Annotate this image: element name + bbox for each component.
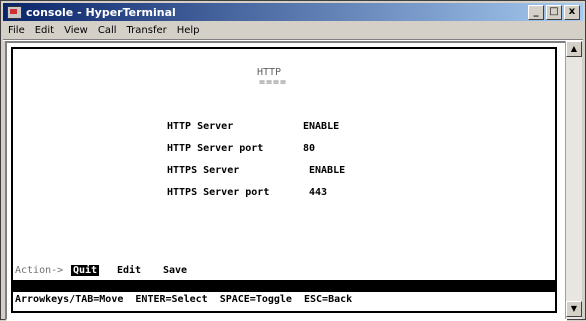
action-prompt: Action->	[15, 265, 64, 276]
minimize-button[interactable]: _	[528, 4, 544, 20]
action-save[interactable]: Save	[163, 265, 187, 276]
up-arrow-icon[interactable]: ▲	[566, 41, 582, 57]
http-server-value[interactable]: ENABLE	[303, 121, 339, 132]
terminal-panel: HTTP ==== HTTP Server ENABLE HTTP Server…	[11, 47, 557, 313]
action-quit[interactable]: Quit	[71, 265, 100, 276]
http-server-port-label: HTTP Server port	[167, 143, 264, 154]
menu-call[interactable]: Call	[93, 25, 122, 36]
menu-file[interactable]: File	[3, 25, 30, 36]
vertical-scrollbar[interactable]: ▲ ▼	[565, 41, 582, 319]
title-bar[interactable]: console - HyperTerminal _ □ x	[3, 3, 583, 21]
http-server-label: HTTP Server	[167, 121, 234, 132]
hyperterminal-icon	[7, 5, 22, 19]
https-server-value[interactable]: ENABLE	[309, 165, 345, 176]
hyperterminal-window: console - HyperTerminal _ □ x File Edit …	[0, 0, 586, 321]
window-title: console - HyperTerminal	[26, 5, 176, 19]
maximize-button[interactable]: □	[546, 4, 562, 20]
key-help-line: Arrowkeys/TAB=Move ENTER=Select SPACE=To…	[15, 294, 353, 305]
action-edit[interactable]: Edit	[117, 265, 141, 276]
https-server-port-value[interactable]: 443	[309, 187, 327, 198]
page-heading-underline: ====	[259, 77, 288, 88]
menu-bar: File Edit View Call Transfer Help	[3, 22, 583, 38]
menu-help[interactable]: Help	[172, 25, 205, 36]
close-button[interactable]: x	[564, 4, 580, 20]
status-separator-bar	[13, 280, 555, 292]
https-server-label: HTTPS Server	[167, 165, 240, 176]
http-server-port-value[interactable]: 80	[303, 143, 315, 154]
https-server-port-label: HTTPS Server port	[167, 187, 270, 198]
menu-edit[interactable]: Edit	[30, 25, 59, 36]
down-arrow-icon[interactable]: ▼	[566, 301, 582, 317]
menu-view[interactable]: View	[59, 25, 93, 36]
menu-transfer[interactable]: Transfer	[122, 25, 172, 36]
terminal-screen[interactable]: HTTP ==== HTTP Server ENABLE HTTP Server…	[5, 41, 567, 321]
